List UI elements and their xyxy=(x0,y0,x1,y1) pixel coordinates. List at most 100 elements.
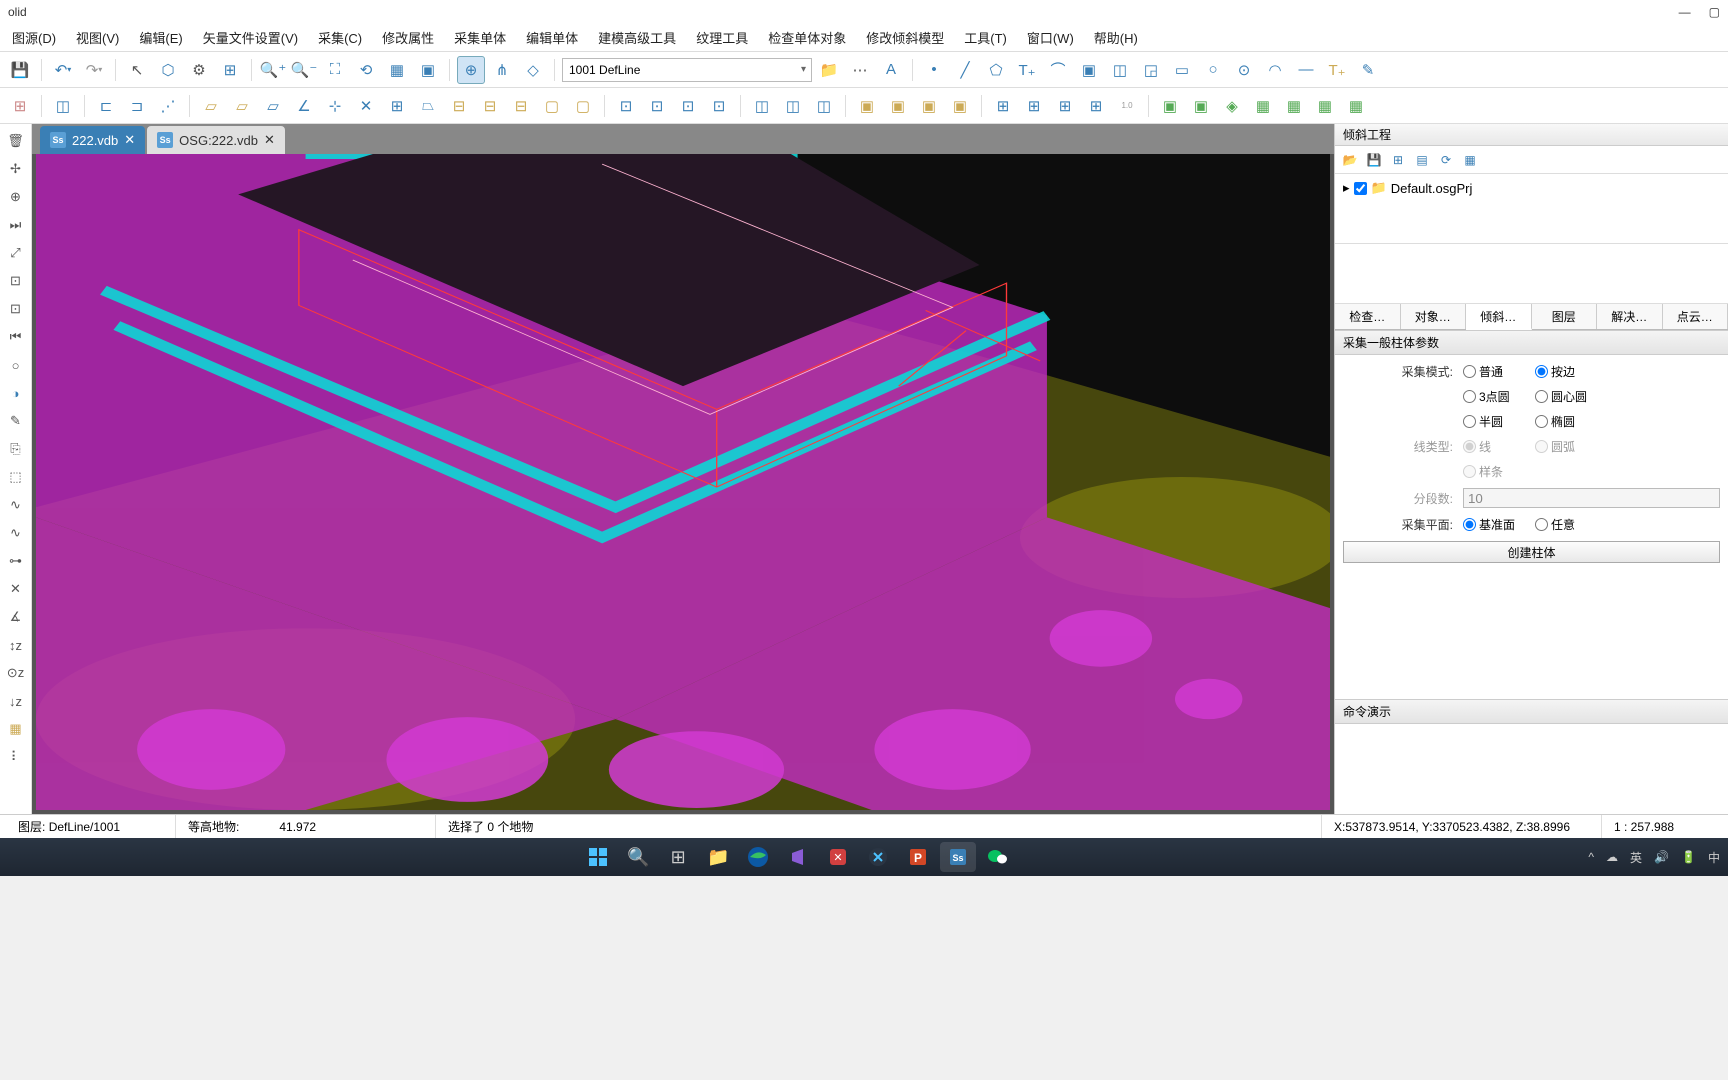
lb-expand-icon[interactable]: ⤢ xyxy=(2,240,30,266)
tb2-cross-icon[interactable]: ⊹ xyxy=(321,92,349,120)
circle-dot-icon[interactable]: ⊙ xyxy=(1230,56,1258,84)
overlap-icon[interactable]: ◲ xyxy=(1137,56,1165,84)
mode-3pt[interactable]: 3点圆 xyxy=(1463,388,1527,405)
plane-base[interactable]: 基准面 xyxy=(1463,516,1527,533)
menu-source[interactable]: 图源(D) xyxy=(4,24,64,51)
lb-skip-icon[interactable]: ⏭ xyxy=(2,212,30,238)
menu-editsingle[interactable]: 编辑单体 xyxy=(518,24,586,51)
tb2-sq4-icon[interactable]: ⊡ xyxy=(705,92,733,120)
tb2-d2-icon[interactable]: ⊞ xyxy=(1020,92,1048,120)
tb2-d1-icon[interactable]: ⊞ xyxy=(989,92,1017,120)
tb2-layer3-icon[interactable]: ▱ xyxy=(259,92,287,120)
tab-osg-222-vdb[interactable]: Ss OSG:222.vdb ✕ xyxy=(147,126,285,154)
lb-copy-icon[interactable]: ⎘ xyxy=(2,436,30,462)
tb2-c1-icon[interactable]: ▣ xyxy=(853,92,881,120)
settings2-icon[interactable]: ⊞ xyxy=(216,56,244,84)
vs-icon[interactable] xyxy=(780,842,816,872)
zoom-fit-icon[interactable]: ⛶ xyxy=(321,56,349,84)
rhombus-icon[interactable]: ◇ xyxy=(519,56,547,84)
project-tree[interactable]: ▸ 📁 Default.osgPrj xyxy=(1335,174,1728,244)
lb-cut-icon[interactable]: ✕ xyxy=(2,576,30,602)
text-box-icon[interactable]: A xyxy=(877,56,905,84)
menu-help[interactable]: 帮助(H) xyxy=(1086,24,1146,51)
lb-angle-icon[interactable]: ∡ xyxy=(2,604,30,630)
tree-checkbox[interactable] xyxy=(1354,182,1367,195)
tb2-stack3-icon[interactable]: ⊟ xyxy=(507,92,535,120)
tab-close-icon[interactable]: ✕ xyxy=(124,132,135,148)
mode-semi[interactable]: 半圆 xyxy=(1463,413,1527,430)
tb2-e4-icon[interactable]: ▦ xyxy=(1249,92,1277,120)
rp-save-icon[interactable]: 💾 xyxy=(1363,149,1385,171)
save-icon[interactable]: 💾 xyxy=(6,56,34,84)
menu-view[interactable]: 视图(V) xyxy=(68,24,127,51)
app1-icon[interactable]: ✕ xyxy=(820,842,856,872)
tb2-e5-icon[interactable]: ▦ xyxy=(1280,92,1308,120)
tray-battery-icon[interactable]: 🔋 xyxy=(1681,850,1696,864)
powerpoint-icon[interactable]: P xyxy=(900,842,936,872)
lb-curve-icon[interactable]: ∿ xyxy=(2,492,30,518)
tb2-align-right-icon[interactable]: ⊐ xyxy=(123,92,151,120)
tb2-layer1-icon[interactable]: ▱ xyxy=(197,92,225,120)
menu-edit[interactable]: 编辑(E) xyxy=(131,24,190,51)
rotate3d-icon[interactable]: ⊕ xyxy=(457,56,485,84)
lb-paint-icon[interactable]: ▦ xyxy=(2,716,30,742)
window-icon[interactable]: ▣ xyxy=(414,56,442,84)
lb-curve2-icon[interactable]: ∿ xyxy=(2,520,30,546)
lb-more-icon[interactable]: ⠇ xyxy=(2,744,30,770)
lb-move-icon[interactable]: ✢ xyxy=(2,156,30,182)
menu-vector[interactable]: 矢量文件设置(V) xyxy=(195,24,306,51)
rp-refresh-icon[interactable]: ⟳ xyxy=(1435,149,1457,171)
arc2-icon[interactable]: ◠ xyxy=(1261,56,1289,84)
panel-tab-check[interactable]: 检查… xyxy=(1335,304,1401,329)
tb2-box2-icon[interactable]: ▢ xyxy=(569,92,597,120)
menu-tools[interactable]: 工具(T) xyxy=(956,24,1015,51)
tb2-stack2-icon[interactable]: ⊟ xyxy=(476,92,504,120)
minimize-button[interactable]: — xyxy=(1679,5,1691,19)
menu-modeltools[interactable]: 建模高级工具 xyxy=(590,24,684,51)
tray-ime2[interactable]: 中 xyxy=(1708,849,1720,866)
lb-shape-icon[interactable]: ◑ xyxy=(2,380,30,406)
ellipsis-icon[interactable]: ⋯ xyxy=(846,56,874,84)
lb-z3-icon[interactable]: ↓z xyxy=(2,688,30,714)
dash-icon[interactable]: — xyxy=(1292,56,1320,84)
circle-icon[interactable]: ○ xyxy=(1199,56,1227,84)
app2-icon[interactable] xyxy=(860,842,896,872)
tb2-d3-icon[interactable]: ⊞ xyxy=(1051,92,1079,120)
tb2-1-icon[interactable]: ⊞ xyxy=(6,92,34,120)
point-icon[interactable]: • xyxy=(920,56,948,84)
start-button[interactable] xyxy=(580,842,616,872)
box-icon[interactable]: ◫ xyxy=(1106,56,1134,84)
gear-icon[interactable]: ⚙ xyxy=(185,56,213,84)
taskview-button[interactable]: ⊞ xyxy=(660,842,696,872)
tray-ime[interactable]: 英 xyxy=(1630,849,1642,866)
text-icon[interactable]: T₊ xyxy=(1013,56,1041,84)
menu-check[interactable]: 检查单体对象 xyxy=(760,24,854,51)
tb2-trap-icon[interactable]: ⏢ xyxy=(414,92,442,120)
zoom-in-icon[interactable]: 🔍⁺ xyxy=(259,56,287,84)
tb2-sq3-icon[interactable]: ⊡ xyxy=(674,92,702,120)
lb-snap2-icon[interactable]: ⊡ xyxy=(2,296,30,322)
tb2-sq2-icon[interactable]: ⊡ xyxy=(643,92,671,120)
menu-collect[interactable]: 采集(C) xyxy=(310,24,370,51)
explorer-icon[interactable]: 📁 xyxy=(700,842,736,872)
panel-tab-object[interactable]: 对象… xyxy=(1401,304,1467,329)
undo-icon[interactable]: ↶▾ xyxy=(49,56,77,84)
tb2-book-icon[interactable]: ◫ xyxy=(49,92,77,120)
tb2-e1-icon[interactable]: ▣ xyxy=(1156,92,1184,120)
tb2-grid-icon[interactable]: ⊞ xyxy=(383,92,411,120)
menu-oblique[interactable]: 修改倾斜模型 xyxy=(858,24,952,51)
menu-modattr[interactable]: 修改属性 xyxy=(374,24,442,51)
tb2-g3-icon[interactable]: ◫ xyxy=(810,92,838,120)
tab-close-icon[interactable]: ✕ xyxy=(264,132,275,148)
panel-tab-layer[interactable]: 图层 xyxy=(1532,304,1598,329)
create-prism-button[interactable]: 创建柱体 xyxy=(1343,541,1720,563)
tb2-stack1-icon[interactable]: ⊟ xyxy=(445,92,473,120)
lb-z1-icon[interactable]: ↕z xyxy=(2,632,30,658)
menu-collectsingle[interactable]: 采集单体 xyxy=(446,24,514,51)
mode-byedge[interactable]: 按边 xyxy=(1535,363,1599,380)
lb-select-icon[interactable]: ⬚ xyxy=(2,464,30,490)
tree-expand-icon[interactable]: ▸ xyxy=(1343,180,1350,196)
panel-tab-solve[interactable]: 解决… xyxy=(1597,304,1663,329)
plane-any[interactable]: 任意 xyxy=(1535,516,1599,533)
tb2-sq1-icon[interactable]: ⊡ xyxy=(612,92,640,120)
